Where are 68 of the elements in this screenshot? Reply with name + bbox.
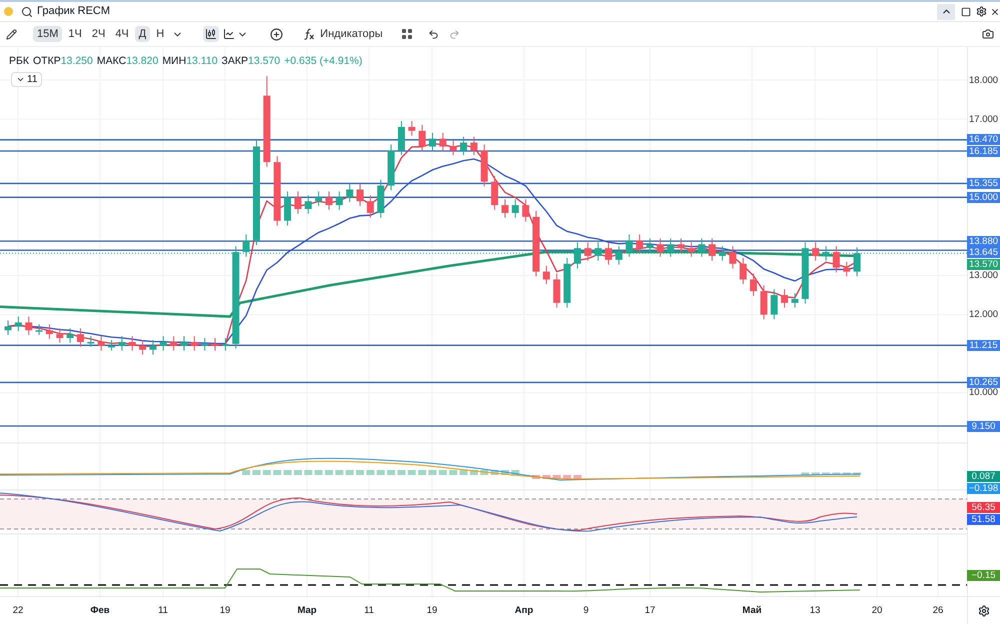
interval-tab[interactable]: 1Ч — [64, 26, 86, 42]
line-chart-icon[interactable] — [223, 28, 236, 40]
close-icon[interactable] — [990, 6, 1000, 16]
legend-label: МИН — [162, 54, 186, 69]
time-label: 19 — [220, 604, 230, 618]
price-tick: 10.000 — [969, 387, 998, 398]
time-label: 20 — [872, 604, 882, 618]
indicator-value-label: −0.198 — [967, 483, 1000, 494]
legend-value: 13.110 — [186, 54, 218, 69]
legend-value: 13.250 — [60, 54, 93, 69]
settings-icon[interactable] — [976, 6, 987, 17]
time-label: 9 — [583, 604, 589, 618]
legend-value: 13.570 — [248, 54, 280, 69]
indicator-value-label: 0.087 — [967, 471, 1000, 482]
pencil-icon[interactable] — [6, 28, 17, 40]
time-label: Май — [742, 604, 762, 618]
interval-tab[interactable]: 2Ч — [88, 26, 110, 42]
price-tick: 18.000 — [969, 74, 998, 86]
price-label: 13.645 — [967, 247, 1000, 258]
indicator-value-label: 56.35 — [967, 502, 1000, 513]
function-icon[interactable] — [303, 28, 316, 40]
indicator-value-label: −0.15 — [967, 570, 1000, 581]
legend-label: ОТКР — [33, 54, 61, 69]
price-label: 11.215 — [967, 340, 1000, 351]
interval-tab[interactable]: 4Ч — [111, 26, 133, 42]
legend-value: 13.820 — [126, 54, 158, 69]
time-label: 11 — [158, 604, 168, 618]
grid-icon[interactable] — [402, 29, 412, 39]
price-label: 16.185 — [967, 146, 1000, 157]
time-label: 13 — [810, 604, 820, 618]
maximize-icon[interactable] — [961, 6, 971, 16]
time-label: 11 — [364, 604, 374, 618]
time-label: 26 — [932, 604, 944, 618]
interval-tab[interactable]: Д — [134, 26, 150, 42]
price-label: 10.265 — [967, 376, 1000, 388]
price-label: 16.470 — [967, 134, 1000, 146]
legend-label: МАКС — [96, 54, 126, 69]
change-value: +0.635 (+4.91%) — [284, 54, 362, 69]
legend-label: ЗАКР — [222, 54, 248, 69]
price-tick: 12.000 — [969, 309, 998, 320]
plus-circle-icon[interactable] — [270, 28, 284, 40]
window-title: График RECM — [37, 4, 110, 20]
undo-icon[interactable] — [428, 28, 439, 40]
price-label: 15.000 — [967, 192, 1000, 203]
search-icon[interactable] — [21, 6, 33, 18]
price-label: 9.150 — [967, 420, 1000, 432]
camera-icon[interactable] — [982, 28, 994, 40]
price-label: 15.355 — [967, 178, 1000, 189]
collapse-button[interactable] — [937, 4, 955, 20]
time-label: Фев — [90, 604, 110, 618]
candlestick-icon[interactable] — [203, 26, 220, 42]
time-label: 19 — [426, 604, 438, 618]
indicators-button[interactable]: Индикаторы — [317, 26, 386, 42]
chevron-down-icon — [16, 75, 25, 84]
indicator-value-label: 51.58 — [967, 514, 1000, 525]
collapse-indicators-button[interactable]: 11 — [11, 72, 42, 87]
price-tick: 17.000 — [969, 114, 998, 125]
price-label: 13.570 — [967, 258, 1000, 270]
time-label: Апр — [514, 604, 534, 618]
interval-tab[interactable]: 15М — [33, 26, 62, 42]
symbol-label: РБК — [9, 54, 30, 69]
price-label: 13.880 — [967, 236, 1000, 247]
time-label: 22 — [12, 604, 24, 618]
price-tick: 13.000 — [969, 270, 998, 281]
settings-icon[interactable] — [978, 604, 990, 616]
time-label: 17 — [644, 604, 656, 618]
interval-tab[interactable]: Н — [152, 26, 168, 42]
time-label: Мар — [297, 604, 317, 618]
